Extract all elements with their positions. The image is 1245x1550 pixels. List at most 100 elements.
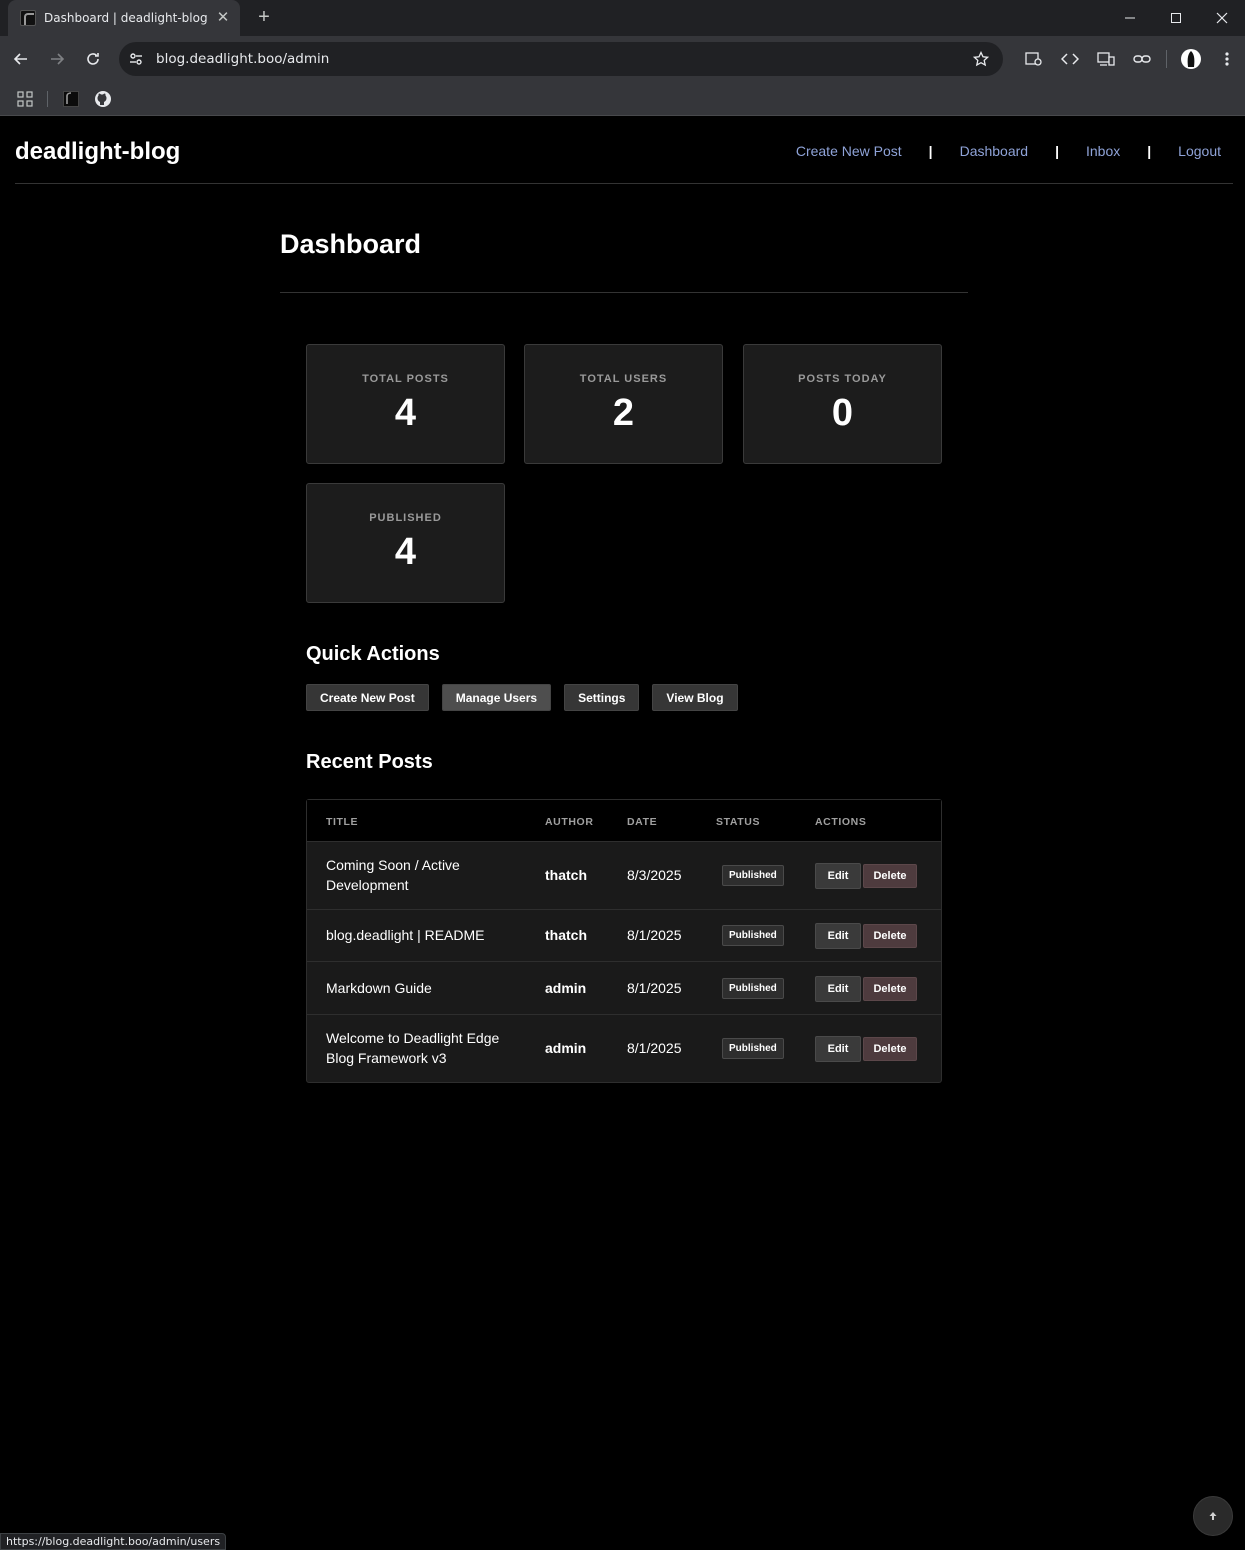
nav-separator: | (928, 143, 933, 159)
toolbar-divider (1166, 50, 1167, 68)
minimize-icon[interactable] (1107, 0, 1153, 36)
stat-card-total-posts: TOTAL POSTS 4 (306, 344, 505, 464)
nav-separator: | (1055, 143, 1059, 159)
new-tab-icon[interactable]: + (252, 6, 276, 30)
tab-title: Dashboard | deadlight-blog (44, 11, 208, 25)
link-icon[interactable] (1130, 47, 1154, 71)
post-date: 8/3/2025 (627, 867, 682, 883)
nav-logout[interactable]: Logout (1178, 143, 1221, 159)
profile-avatar-icon[interactable] (1179, 47, 1203, 71)
create-new-post-button[interactable]: Create New Post (306, 684, 429, 711)
stat-card-published: PUBLISHED 4 (306, 483, 505, 603)
post-title[interactable]: Markdown Guide (326, 978, 516, 998)
delete-button[interactable]: Delete (863, 924, 917, 948)
delete-button[interactable]: Delete (863, 1037, 917, 1061)
column-header-status: STATUS (716, 816, 761, 828)
delete-button[interactable]: Delete (863, 977, 917, 1001)
edit-button[interactable]: Edit (815, 976, 861, 1002)
arrow-up-icon (1208, 1511, 1218, 1521)
status-badge: Published (722, 1038, 784, 1059)
stat-value: 4 (394, 531, 417, 573)
status-badge: Published (722, 978, 784, 999)
stat-label: PUBLISHED (369, 512, 442, 524)
post-date: 8/1/2025 (627, 1040, 682, 1056)
tab-close-icon[interactable]: ✕ (214, 9, 232, 27)
top-navigation: Create New Post | Dashboard | Inbox | Lo… (796, 143, 1221, 159)
table-row: Markdown Guide admin 8/1/2025 Published … (307, 962, 941, 1015)
manage-users-button[interactable]: Manage Users (441, 684, 552, 711)
recent-posts-table: TITLE AUTHOR DATE STATUS ACTIONS Coming … (306, 799, 942, 1083)
devices-icon[interactable] (1094, 47, 1118, 71)
column-header-date: DATE (627, 816, 658, 828)
scroll-to-top-button[interactable] (1193, 1496, 1233, 1536)
edit-button[interactable]: Edit (815, 863, 861, 889)
address-bar[interactable]: blog.deadlight.boo/admin (119, 42, 1003, 76)
table-row: Welcome to Deadlight Edge Blog Framework… (307, 1015, 941, 1082)
deadlight-bookmark-icon[interactable] (62, 90, 80, 108)
edit-button[interactable]: Edit (815, 1036, 861, 1062)
close-window-icon[interactable] (1199, 0, 1245, 36)
stat-value: 0 (831, 392, 854, 434)
post-title[interactable]: Welcome to Deadlight Edge Blog Framework… (326, 1028, 516, 1068)
stat-value: 4 (394, 392, 417, 434)
status-badge: Published (722, 925, 784, 946)
stat-label: POSTS TODAY (798, 373, 887, 385)
stat-label: TOTAL USERS (579, 373, 668, 385)
post-author: admin (545, 1040, 587, 1056)
view-blog-button[interactable]: View Blog (652, 684, 738, 711)
post-author: thatch (545, 927, 587, 943)
url-text[interactable]: blog.deadlight.boo/admin (156, 51, 969, 67)
post-date: 8/1/2025 (627, 927, 682, 943)
title-divider (280, 292, 968, 293)
column-header-author: AUTHOR (545, 816, 594, 828)
window-controls (1107, 0, 1245, 36)
nav-inbox[interactable]: Inbox (1086, 143, 1120, 159)
nav-dashboard[interactable]: Dashboard (960, 143, 1029, 159)
maximize-icon[interactable] (1153, 0, 1199, 36)
recent-posts-heading: Recent Posts (306, 751, 433, 773)
column-header-title: TITLE (326, 816, 359, 828)
reading-mode-icon[interactable] (1022, 47, 1046, 71)
back-icon[interactable] (9, 47, 33, 71)
edit-button[interactable]: Edit (815, 923, 861, 949)
quick-actions: Create New Post Manage Users Settings Vi… (306, 684, 751, 711)
status-bar-url: https://blog.deadlight.boo/admin/users (0, 1533, 227, 1550)
bookmarks-divider (47, 91, 48, 107)
stat-value: 2 (612, 392, 635, 434)
reload-icon[interactable] (81, 47, 105, 71)
browser-tab-active[interactable]: Dashboard | deadlight-blog ✕ (8, 0, 240, 36)
post-author: admin (545, 980, 587, 996)
code-icon[interactable] (1058, 47, 1082, 71)
site-brand[interactable]: deadlight-blog (15, 138, 180, 166)
delete-button[interactable]: Delete (863, 864, 917, 888)
column-header-actions: ACTIONS (815, 816, 867, 828)
browser-toolbar: blog.deadlight.boo/admin (0, 36, 1245, 82)
status-badge: Published (722, 865, 784, 886)
page-title: Dashboard (280, 229, 422, 259)
stat-card-total-users: TOTAL USERS 2 (524, 344, 723, 464)
table-row: Coming Soon / Active Development thatch … (307, 842, 941, 910)
site-favicon-icon (20, 10, 36, 26)
post-date: 8/1/2025 (627, 980, 682, 996)
apps-grid-icon[interactable] (16, 90, 34, 108)
table-header: TITLE AUTHOR DATE STATUS ACTIONS (307, 800, 941, 842)
post-author: thatch (545, 867, 587, 883)
github-icon[interactable] (94, 90, 112, 108)
stat-label: TOTAL POSTS (362, 373, 449, 385)
browser-menu-icon[interactable] (1215, 47, 1239, 71)
quick-actions-heading: Quick Actions (306, 643, 440, 665)
nav-create-new-post[interactable]: Create New Post (796, 143, 902, 159)
nav-separator: | (1147, 143, 1152, 159)
bookmark-star-icon[interactable] (969, 47, 993, 71)
site-settings-icon[interactable] (124, 47, 148, 71)
forward-icon[interactable] (45, 47, 69, 71)
bookmarks-bar (0, 82, 1245, 116)
table-row: blog.deadlight | README thatch 8/1/2025 … (307, 910, 941, 962)
stat-card-posts-today: POSTS TODAY 0 (743, 344, 942, 464)
post-title[interactable]: blog.deadlight | README (326, 925, 516, 945)
browser-tabstrip: Dashboard | deadlight-blog ✕ + (0, 0, 1245, 36)
post-title[interactable]: Coming Soon / Active Development (326, 855, 516, 895)
site-header: deadlight-blog Create New Post | Dashboa… (15, 117, 1233, 184)
settings-button[interactable]: Settings (564, 684, 640, 711)
toolbar-extensions (1016, 47, 1245, 71)
